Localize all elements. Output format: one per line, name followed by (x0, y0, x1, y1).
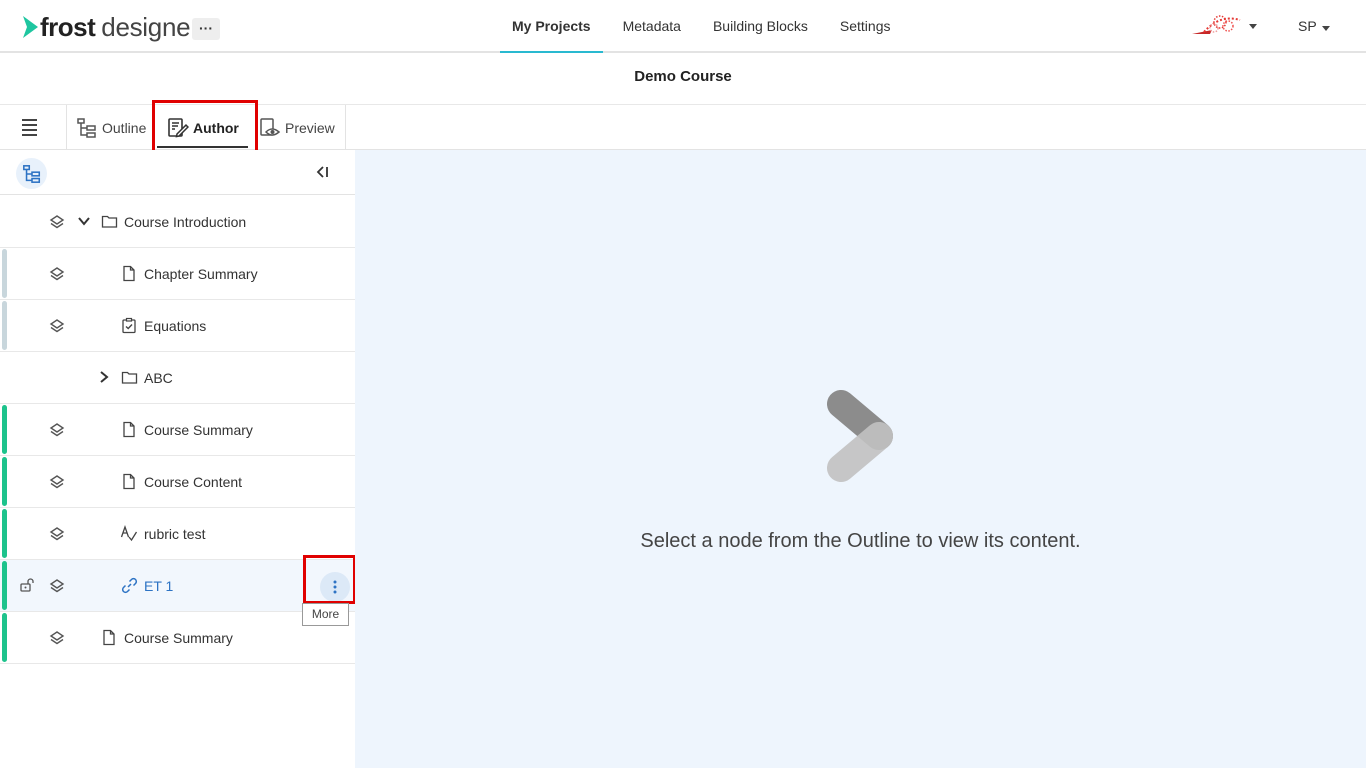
layers-icon[interactable] (49, 526, 65, 542)
page-icon (123, 473, 135, 490)
top-header: frost designer ··· My Projects Metadata … (0, 0, 1366, 53)
course-title: Demo Course (634, 68, 732, 85)
tree-node-rubric-test[interactable]: rubric test (0, 508, 355, 560)
tree-node-label: ET 1 (144, 578, 174, 594)
hamburger-icon[interactable] (22, 119, 52, 136)
course-title-bar: Demo Course (0, 53, 1366, 105)
more-tooltip: More (302, 603, 349, 626)
layers-icon[interactable] (49, 578, 65, 594)
tree-node-abc[interactable]: ABC (0, 352, 355, 404)
frost-chevron-placeholder-icon (827, 390, 893, 482)
status-bar (2, 613, 7, 662)
tree-node-label: Course Content (144, 474, 243, 490)
tab-preview[interactable]: Preview (259, 105, 335, 150)
page-icon (123, 265, 135, 282)
layers-icon[interactable] (49, 266, 65, 282)
tree-node-course-introduction[interactable]: Course Introduction (0, 196, 355, 248)
status-bar (2, 249, 7, 298)
layers-icon[interactable] (49, 214, 65, 230)
page-icon (103, 629, 115, 646)
collapse-panel-icon[interactable] (314, 164, 330, 180)
layers-icon[interactable] (49, 630, 65, 646)
organization-logo-image (1192, 15, 1241, 34)
organization-logo[interactable] (1190, 12, 1242, 40)
status-bar (2, 509, 7, 558)
divider (345, 105, 346, 150)
app-more-button[interactable]: ··· (192, 18, 220, 40)
status-bar (2, 301, 7, 350)
nav-metadata[interactable]: Metadata (611, 0, 693, 53)
outline-view-button[interactable] (16, 158, 47, 189)
tree-node-chapter-summary[interactable]: Chapter Summary (0, 248, 355, 300)
status-bar (2, 405, 7, 454)
tab-outline[interactable]: Outline (76, 105, 146, 150)
tree-node-label: rubric test (144, 526, 206, 542)
org-dropdown-icon[interactable] (1249, 24, 1257, 29)
tab-outline-label: Outline (102, 119, 147, 136)
top-nav: My Projects Metadata Building Blocks Set… (500, 0, 911, 53)
folder-icon (121, 371, 138, 384)
link-icon (121, 577, 138, 594)
outline-tree-icon (77, 117, 96, 138)
divider (66, 105, 67, 150)
tree-node-label: Equations (144, 318, 207, 334)
outline-panel-header (0, 150, 355, 195)
logo-designer: designer (101, 11, 199, 42)
tree-node-label: Course Summary (144, 422, 253, 438)
frost-chevron-logo (23, 16, 38, 38)
tree-node-label: Chapter Summary (144, 266, 258, 282)
nav-building-blocks[interactable]: Building Blocks (701, 0, 820, 53)
user-menu[interactable]: SP (1298, 18, 1317, 34)
frost-designer-logo[interactable]: frost designer (22, 11, 199, 43)
rubric-icon (120, 525, 138, 542)
chevron-down-icon[interactable] (77, 214, 91, 228)
status-bar (2, 457, 7, 506)
user-dropdown-icon[interactable] (1322, 26, 1330, 31)
layers-icon[interactable] (49, 318, 65, 334)
folder-icon (101, 215, 118, 228)
tree-node-course-summary[interactable]: Course Summary (0, 404, 355, 456)
chevron-right-icon[interactable] (97, 370, 111, 384)
tree-node-label: Course Introduction (124, 214, 247, 230)
status-bar (2, 561, 7, 610)
page-icon (123, 421, 135, 438)
content-area: Select a node from the Outline to view i… (355, 150, 1366, 768)
outline-panel: Course Introduction Chapter Summary Equa… (0, 150, 355, 768)
tree-node-course-content[interactable]: Course Content (0, 456, 355, 508)
layers-icon[interactable] (49, 422, 65, 438)
nav-my-projects[interactable]: My Projects (500, 0, 603, 53)
checklist-icon (122, 317, 136, 334)
layers-icon[interactable] (49, 474, 65, 490)
tree-node-label: ABC (144, 370, 173, 386)
lock-open-icon[interactable] (19, 577, 35, 593)
nav-settings[interactable]: Settings (828, 0, 903, 53)
tab-preview-label: Preview (285, 119, 335, 136)
logo-frost: frost (40, 11, 96, 42)
preview-eye-icon (260, 117, 281, 136)
empty-state-message: Select a node from the Outline to view i… (640, 530, 1081, 552)
author-tab-highlight (152, 100, 258, 156)
tree-node-equations[interactable]: Equations (0, 300, 355, 352)
outline-tree-icon (22, 164, 40, 183)
tree-node-label: Course Summary (124, 630, 233, 646)
more-button-highlight (303, 555, 356, 604)
